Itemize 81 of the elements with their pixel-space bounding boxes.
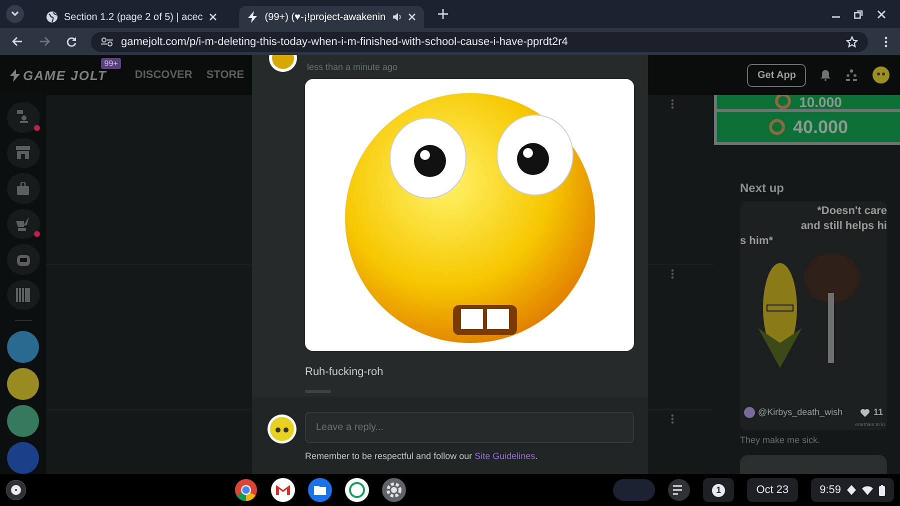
globe-icon [46, 11, 58, 23]
mail-icon[interactable] [270, 478, 295, 502]
user-avatar[interactable] [872, 66, 890, 84]
date-tray[interactable]: Oct 23 [747, 478, 798, 502]
price-amount: 10.000 [799, 95, 842, 109]
notification-badge: 99+ [101, 58, 121, 68]
post-caption: Ruh-fucking-roh [305, 366, 384, 378]
quill-icon [16, 216, 30, 231]
close-icon[interactable] [208, 13, 217, 21]
chat-icon [17, 110, 29, 124]
tab-title: Section 1.2 (page 2 of 5) | acec [64, 12, 203, 22]
status-tray[interactable]: 9:59 [810, 478, 894, 502]
notification-count[interactable]: 1 [703, 478, 734, 502]
speaker-icon [392, 12, 402, 22]
author-name[interactable]: @Kirbys_death_wish [758, 407, 858, 418]
forward-icon[interactable] [39, 36, 50, 47]
sidebar-button[interactable] [6, 244, 40, 275]
video-caption: and still helps hi [800, 220, 887, 232]
bell-icon[interactable] [820, 69, 831, 81]
new-tab-icon[interactable] [438, 9, 448, 19]
note-period: . [535, 451, 538, 461]
site-guidelines-link[interactable]: Site Guidelines [474, 451, 536, 461]
folder-icon[interactable] [308, 478, 332, 502]
community-avatar[interactable] [7, 368, 39, 400]
site-settings-icon[interactable] [101, 36, 113, 46]
guidelines-note: Remember to be respectful and follow our [305, 451, 472, 461]
section-heading: Next up [740, 181, 786, 195]
launcher-button[interactable] [6, 480, 26, 500]
community-avatar[interactable] [7, 405, 39, 438]
url-text: gamejolt.com/p/i-m-deleting-this-today-when-i-m-finished-with-school-cause-i-have-pprdt2r4 [121, 36, 568, 48]
robot-icon [16, 252, 30, 266]
address-bar[interactable]: gamejolt.com/p/i-m-deleting-this-today-when-i-m-finished-with-school-cause-i-have-pprdt2r4 [91, 32, 868, 52]
site-logo[interactable]: GAME JOLT [23, 68, 107, 82]
battery-icon [879, 484, 886, 496]
store-icon [16, 146, 30, 160]
community-avatar[interactable] [7, 331, 39, 364]
sidebar-button[interactable] [6, 102, 40, 133]
sidebar-button[interactable] [6, 280, 40, 310]
post-timestamp: less than a minute ago [307, 62, 398, 72]
more-icon[interactable] [671, 269, 674, 279]
playlist-icon[interactable] [668, 479, 690, 501]
chat-bubble-icon[interactable] [344, 478, 369, 502]
coin-icon [768, 119, 785, 135]
bolt-icon [10, 68, 20, 82]
heart-icon[interactable] [860, 408, 870, 417]
author-avatar [744, 406, 755, 418]
star-icon[interactable] [846, 36, 858, 48]
back-icon[interactable] [12, 36, 23, 47]
browser-tab[interactable]: (99+) (♥-¡!project-awakenin [238, 6, 424, 28]
diamond-icon [847, 485, 856, 495]
reload-icon[interactable] [66, 36, 77, 47]
people-icon[interactable] [845, 69, 858, 81]
tab-list-button[interactable] [6, 5, 24, 23]
tab-title: (99+) (♥-¡!project-awakenin [264, 12, 386, 22]
close-icon[interactable] [877, 10, 886, 18]
wifi-icon [862, 486, 874, 494]
restore-icon[interactable] [854, 10, 863, 18]
more-icon[interactable] [671, 414, 674, 424]
more-icon[interactable] [671, 99, 674, 109]
settings-icon[interactable] [382, 478, 406, 502]
video-caption: s him* [740, 235, 774, 247]
coin-icon [775, 95, 792, 109]
sidebar-button[interactable] [6, 208, 40, 240]
bolt-icon [246, 11, 259, 23]
like-count: 11 [873, 407, 883, 418]
sidebar-button[interactable] [6, 173, 40, 204]
browser-tab[interactable]: Section 1.2 (page 2 of 5) | acec [38, 6, 225, 28]
menu-icon[interactable] [884, 36, 888, 48]
clock-time: 9:59 [820, 484, 842, 496]
bag-icon [17, 182, 29, 195]
video-description: They make me sick. [740, 434, 822, 445]
library-icon [16, 288, 30, 302]
chrome-icon[interactable] [234, 478, 258, 502]
caret-icon [10, 9, 20, 19]
close-icon[interactable] [408, 13, 416, 21]
get-app-button[interactable]: Get App [747, 64, 806, 86]
sidebar-button[interactable] [6, 138, 40, 168]
video-caption: *Doesn't care [817, 205, 887, 217]
price-amount: 40.000 [792, 117, 848, 137]
reply-input[interactable]: Leave a reply... [305, 412, 634, 443]
user-avatar [267, 414, 297, 444]
